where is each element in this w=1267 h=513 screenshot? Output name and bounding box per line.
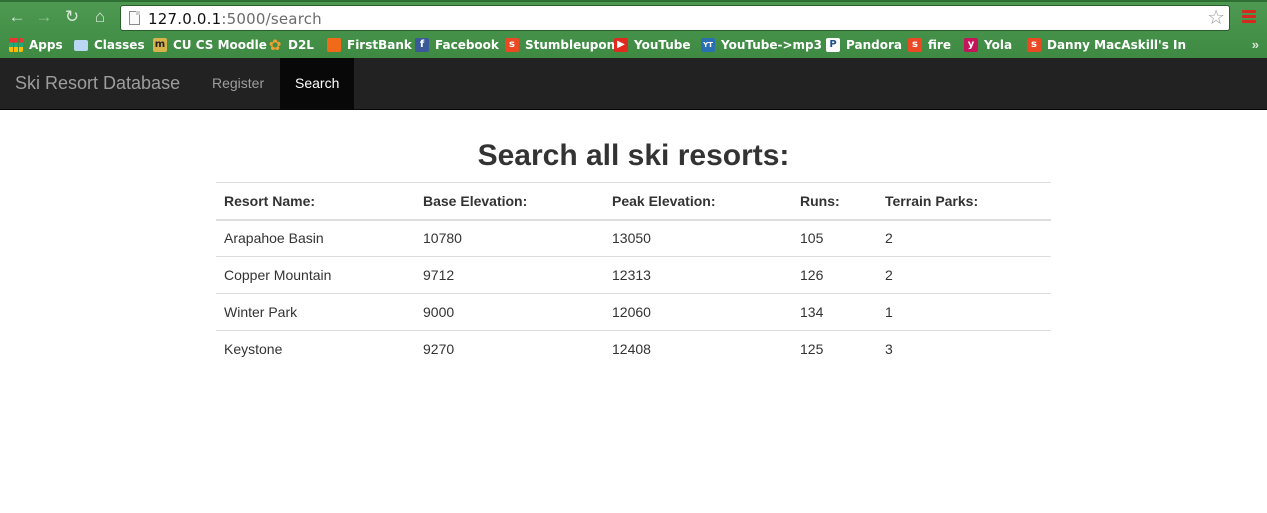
- bookmark-label: Stumbleupon: [525, 38, 616, 52]
- bookmark-facebook[interactable]: f Facebook: [415, 36, 499, 54]
- bookmark-pandora[interactable]: P Pandora: [826, 36, 902, 54]
- apps-grid-icon: [9, 38, 23, 52]
- bookmark-label: fire: [928, 38, 951, 52]
- column-header-resort-name: Resort Name:: [216, 182, 415, 221]
- chrome-top-line: [0, 0, 1267, 2]
- stumbleupon-icon: s: [908, 38, 922, 52]
- cell-runs: 134: [792, 293, 877, 331]
- bookmark-apps[interactable]: Apps: [9, 36, 63, 54]
- browser-chrome: ← → ↻ ⌂ 127.0.0.1:5000/search ☆ Apps Cla…: [0, 0, 1267, 58]
- bookmark-label: Facebook: [435, 38, 499, 52]
- bookmark-label: Apps: [29, 38, 63, 52]
- table-row: Winter Park 9000 12060 134 1: [216, 293, 1051, 331]
- bookmark-label: D2L: [288, 38, 314, 52]
- cell-peak-elevation: 12408: [604, 330, 792, 368]
- app-navbar: Ski Resort Database Register Search: [0, 58, 1267, 110]
- bookmarks-overflow-icon[interactable]: »: [1252, 37, 1259, 52]
- reload-icon[interactable]: ↻: [61, 6, 83, 28]
- bookmark-youtube[interactable]: ▶ YouTube: [614, 36, 691, 54]
- cell-terrain-parks: 2: [877, 219, 1051, 257]
- cell-terrain-parks: 2: [877, 256, 1051, 294]
- d2l-icon: ✿: [268, 36, 282, 54]
- bookmark-youtube-mp3[interactable]: YT YouTube->mp3: [701, 36, 822, 54]
- url-path: :5000/search: [221, 10, 322, 28]
- column-header-terrain-parks: Terrain Parks:: [877, 182, 1051, 221]
- cell-resort-name: Arapahoe Basin: [216, 219, 415, 257]
- cell-runs: 125: [792, 330, 877, 368]
- url-host: 127.0.0.1: [148, 10, 222, 28]
- youtube-icon: ▶: [614, 38, 628, 52]
- table-row: Arapahoe Basin 10780 13050 105 2: [216, 219, 1051, 257]
- bookmark-d2l[interactable]: ✿ D2L: [268, 36, 314, 54]
- cell-resort-name: Keystone: [216, 330, 415, 368]
- column-header-runs: Runs:: [792, 182, 877, 221]
- yola-icon: y: [964, 38, 978, 52]
- cell-resort-name: Winter Park: [216, 293, 415, 331]
- cell-peak-elevation: 12313: [604, 256, 792, 294]
- address-url[interactable]: 127.0.0.1:5000/search: [148, 10, 322, 28]
- back-arrow-icon[interactable]: ←: [6, 6, 28, 28]
- bookmark-label: FirstBank: [347, 38, 412, 52]
- youtube-mp3-icon: YT: [701, 38, 715, 52]
- page-title: Search all ski resorts:: [477, 139, 790, 172]
- table-header-row: Resort Name: Base Elevation: Peak Elevat…: [216, 182, 1051, 221]
- nav-item-search[interactable]: Search: [280, 58, 355, 109]
- firstbank-icon: [327, 38, 341, 52]
- column-header-base-elevation: Base Elevation:: [415, 182, 604, 221]
- browser-toolbar: ← → ↻ ⌂ 127.0.0.1:5000/search ☆: [0, 3, 1267, 33]
- cell-runs: 126: [792, 256, 877, 294]
- stumbleupon-icon: s: [505, 38, 519, 52]
- bookmark-fire[interactable]: s fire: [908, 36, 951, 54]
- bookmark-label: Classes: [94, 38, 145, 52]
- navbar-brand[interactable]: Ski Resort Database: [15, 73, 180, 94]
- bookmark-danny-macaskill[interactable]: s Danny MacAskill's In: [1027, 36, 1186, 54]
- pandora-icon: P: [826, 38, 840, 52]
- bookmark-stumbleupon[interactable]: s Stumbleupon: [505, 36, 615, 54]
- cell-peak-elevation: 13050: [604, 219, 792, 257]
- bookmark-cu-cs-moodle[interactable]: m CU CS Moodle: [153, 36, 267, 54]
- bookmarks-bar: Apps Classes m CU CS Moodle ✿ D2L FirstB…: [0, 34, 1267, 56]
- bookmark-label: CU CS Moodle: [173, 38, 267, 52]
- bookmark-yola[interactable]: y Yola: [964, 36, 1012, 54]
- main-content: Search all ski resorts: Resort Name: Bas…: [216, 110, 1051, 368]
- table-row: Keystone 9270 12408 125 3: [216, 330, 1051, 368]
- moodle-icon: m: [153, 38, 167, 52]
- bookmark-label: Pandora: [846, 38, 902, 52]
- page-icon: [129, 11, 140, 25]
- cell-base-elevation: 10780: [415, 219, 604, 257]
- folder-icon: [74, 39, 88, 51]
- home-icon[interactable]: ⌂: [89, 6, 111, 28]
- cell-base-elevation: 9270: [415, 330, 604, 368]
- bookmark-label: Danny MacAskill's In: [1047, 38, 1187, 52]
- address-bar[interactable]: 127.0.0.1:5000/search ☆: [120, 5, 1230, 31]
- nav-item-register[interactable]: Register: [197, 58, 279, 109]
- facebook-icon: f: [415, 38, 429, 52]
- bookmark-label: YouTube: [634, 38, 691, 52]
- cell-resort-name: Copper Mountain: [216, 256, 415, 294]
- bookmark-label: Yola: [984, 38, 1013, 52]
- resorts-table: Resort Name: Base Elevation: Peak Elevat…: [216, 182, 1051, 368]
- bookmark-star-icon[interactable]: ☆: [1207, 6, 1225, 30]
- table-row: Copper Mountain 9712 12313 126 2: [216, 256, 1051, 294]
- cell-base-elevation: 9712: [415, 256, 604, 294]
- stumbleupon-icon: s: [1027, 38, 1041, 52]
- column-header-peak-elevation: Peak Elevation:: [604, 182, 792, 221]
- cell-terrain-parks: 3: [877, 330, 1051, 368]
- bookmark-firstbank[interactable]: FirstBank: [327, 36, 412, 54]
- bookmark-classes[interactable]: Classes: [74, 36, 145, 54]
- forward-arrow-icon[interactable]: →: [33, 6, 55, 28]
- cell-terrain-parks: 1: [877, 293, 1051, 331]
- cell-base-elevation: 9000: [415, 293, 604, 331]
- browser-menu-icon[interactable]: [1242, 10, 1256, 24]
- cell-runs: 105: [792, 219, 877, 257]
- cell-peak-elevation: 12060: [604, 293, 792, 331]
- bookmark-label: YouTube->mp3: [721, 38, 822, 52]
